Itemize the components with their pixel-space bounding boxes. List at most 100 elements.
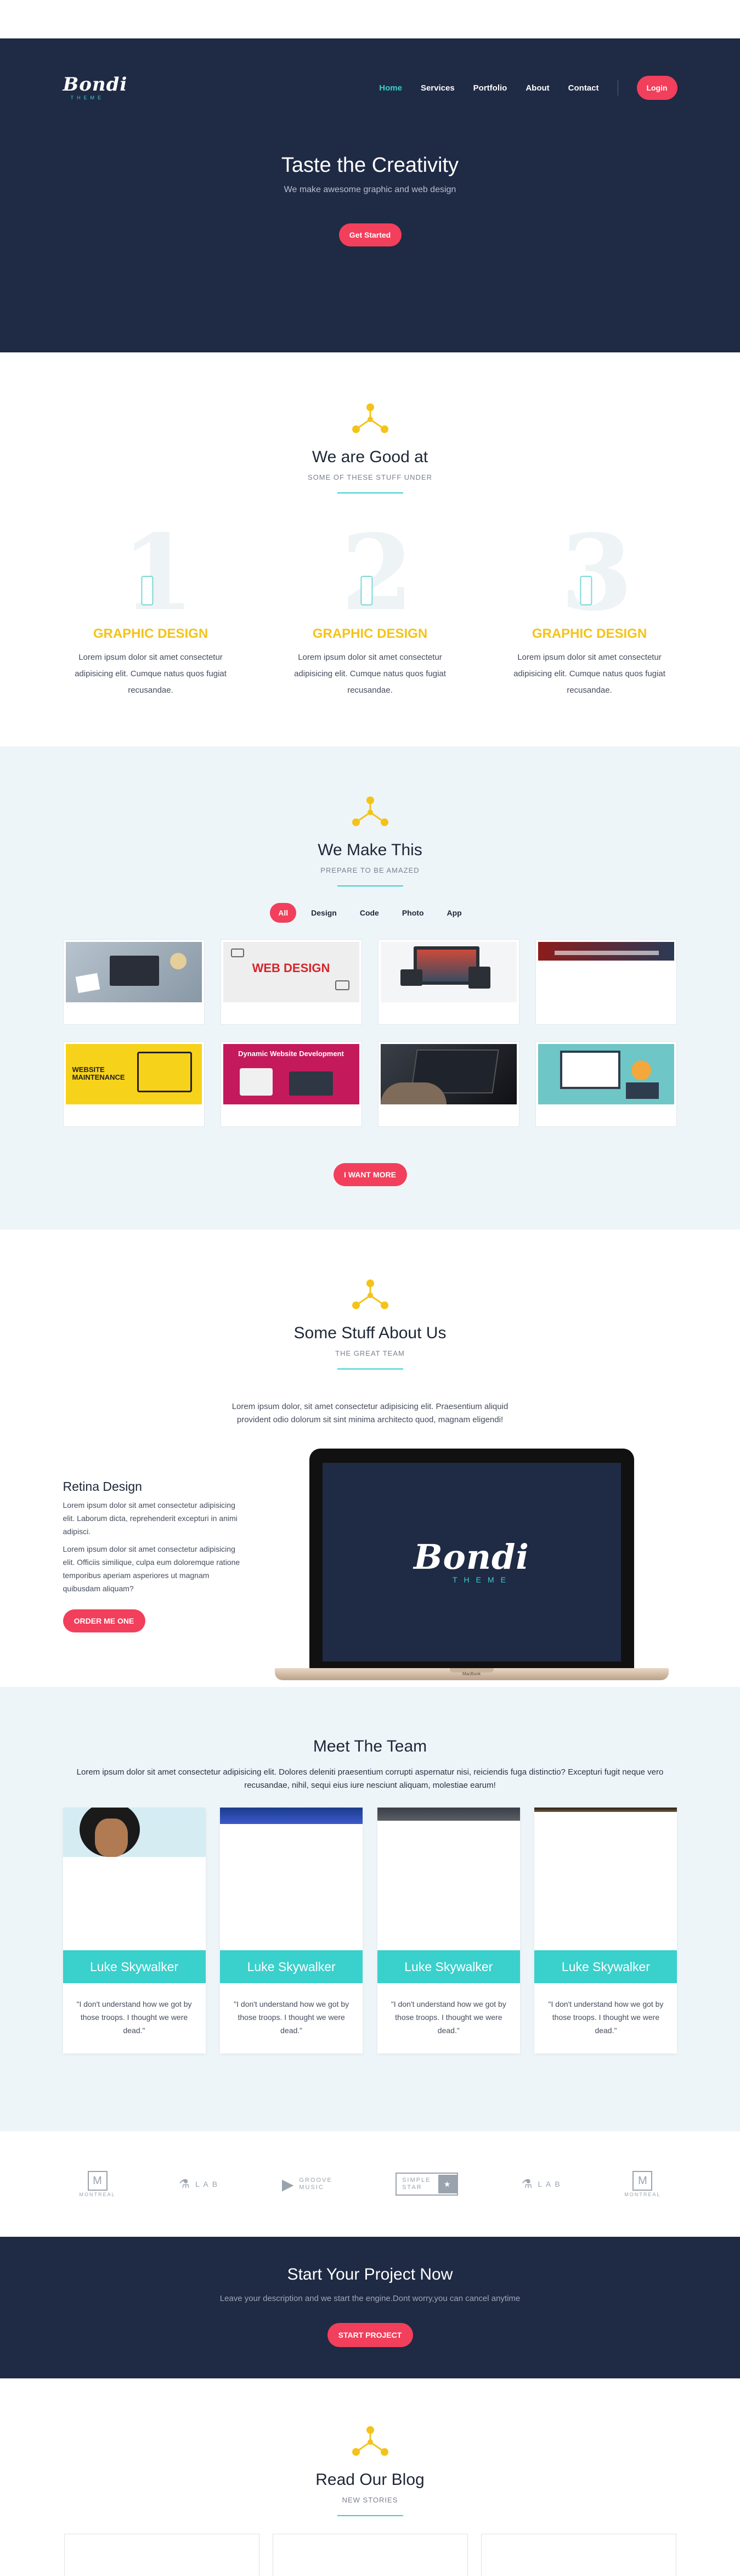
montreal-mark: M — [87, 2171, 108, 2191]
section-divider — [337, 885, 403, 886]
blog-card[interactable] — [481, 2534, 676, 2576]
montreal-mark: M — [632, 2171, 653, 2191]
nav-contact[interactable]: Contact — [568, 83, 599, 93]
filter-code[interactable]: Code — [352, 903, 387, 923]
portfolio-item[interactable] — [377, 939, 519, 1025]
feature-number: 2 — [341, 512, 414, 634]
portfolio-item[interactable] — [377, 1041, 519, 1127]
nav-services[interactable]: Services — [421, 83, 455, 93]
hero-section: Bondi THEME Home Services Portfolio Abou… — [0, 38, 740, 352]
services-subtitle: SOME OF THESE STUFF UNDER — [308, 473, 432, 481]
portfolio-subtitle: PREPARE TO BE AMAZED — [320, 866, 420, 874]
login-button[interactable]: Login — [636, 76, 677, 100]
member-name: Luke Skywalker — [63, 1950, 206, 1983]
start-project-button[interactable]: START PROJECT — [327, 2323, 413, 2347]
portfolio-item[interactable]: WEBSITE MAINTENANCE — [63, 1041, 205, 1127]
portfolio-item[interactable]: WEB DESIGN — [220, 939, 362, 1025]
responsive-devices-image — [380, 942, 517, 1002]
maintenance-label: WEBSITE MAINTENANCE — [72, 1065, 125, 1081]
portfolio-section: We Make This PREPARE TO BE AMAZED All De… — [0, 747, 740, 1230]
feature-text: Lorem ipsum dolor sit amet consectetur a… — [294, 653, 446, 695]
cta-section: Start Your Project Now Leave your descri… — [0, 2237, 740, 2378]
phone-icon — [579, 576, 592, 605]
feature-card: 3 GRAPHIC DESIGN Lorem ipsum dolor sit a… — [502, 512, 677, 699]
blog-title: Read Our Blog — [315, 2471, 425, 2489]
about-subtitle: THE GREAT TEAM — [335, 1349, 405, 1357]
laptop-model: MacBook — [462, 1671, 481, 1676]
screen-brand-tagline: THEME — [453, 1575, 512, 1584]
filter-photo[interactable]: Photo — [394, 903, 432, 923]
order-me-one-button[interactable]: ORDER ME ONE — [63, 1609, 145, 1632]
feature-number: 1 — [121, 512, 194, 634]
feature-number: 3 — [560, 512, 633, 634]
laptop-screen: Bondi THEME — [309, 1449, 634, 1668]
dynamic-website-image: Dynamic Website Development — [223, 1044, 359, 1104]
filter-all[interactable]: All — [270, 903, 297, 923]
laptop-base: MacBook — [274, 1668, 669, 1680]
get-started-button[interactable]: Get Started — [338, 223, 402, 246]
blog-section: Read Our Blog NEW STORIES — [0, 2378, 740, 2576]
filter-app[interactable]: App — [439, 903, 470, 923]
nav-about[interactable]: About — [526, 83, 549, 93]
client-logo-montreal-2: M MONTREAL — [624, 2171, 660, 2197]
client-logo-simple-star: SIMPLE STAR ★ — [396, 2173, 459, 2196]
team-title: Meet The Team — [313, 1737, 427, 1755]
montreal-label: MONTREAL — [624, 2192, 661, 2197]
member-photo — [377, 1808, 520, 1950]
nav-menu: Home Services Portfolio About Contact Lo… — [379, 76, 677, 100]
member-photo — [63, 1808, 206, 1950]
flask-icon: ⚗ — [521, 2177, 534, 2191]
brand-tagline: THEME — [70, 95, 104, 100]
section-divider — [337, 2515, 403, 2516]
molecule-icon — [352, 796, 388, 826]
portfolio-filters: All Design Code Photo App — [63, 903, 677, 923]
portfolio-item[interactable] — [535, 939, 677, 1025]
molecule-icon — [352, 1279, 388, 1309]
molecule-icon — [352, 2426, 388, 2456]
groove-label: GROOVE MUSIC — [299, 2177, 332, 2191]
dynamic-label: Dynamic Website Development — [238, 1050, 344, 1058]
nav-portfolio[interactable]: Portfolio — [473, 83, 507, 93]
retina-block: Retina Design Lorem ipsum dolor sit amet… — [63, 1479, 244, 1632]
feature-card: 1 GRAPHIC DESIGN Lorem ipsum dolor sit a… — [63, 512, 239, 699]
member-name: Luke Skywalker — [377, 1950, 520, 1983]
hero-subtitle: We make awesome graphic and web design — [284, 185, 456, 194]
star-icon: ★ — [438, 2175, 457, 2193]
brand-logo[interactable]: Bondi THEME — [63, 75, 128, 100]
team-member-card[interactable]: Luke Skywalker "I don't understand how w… — [534, 1808, 677, 2053]
client-logo-groove: ▶ GROOVE MUSIC — [282, 2175, 332, 2193]
portfolio-item[interactable] — [63, 939, 205, 1025]
services-section: We are Good at SOME OF THESE STUFF UNDER… — [0, 352, 740, 747]
screen-brand-name: Bondi — [414, 1537, 529, 1577]
website-mockup-image — [538, 942, 674, 1002]
feature-card: 2 GRAPHIC DESIGN Lorem ipsum dolor sit a… — [283, 512, 458, 699]
blog-card[interactable] — [272, 2534, 468, 2576]
i-want-more-button[interactable]: I WANT MORE — [333, 1163, 407, 1186]
lab-label: L A B — [195, 2180, 219, 2188]
team-member-card[interactable]: Luke Skywalker "I don't understand how w… — [63, 1808, 206, 2053]
team-member-card[interactable]: Luke Skywalker "I don't understand how w… — [220, 1808, 363, 2053]
flask-icon: ⚗ — [179, 2177, 191, 2191]
portfolio-item[interactable] — [535, 1041, 677, 1127]
team-description: Lorem ipsum dolor sit amet consectetur a… — [76, 1767, 664, 1790]
filter-design[interactable]: Design — [303, 903, 345, 923]
web-design-label: WEB DESIGN — [252, 961, 330, 975]
clients-section: M MONTREAL ⚗ L A B ▶ GROOVE MUSIC SIMPLE… — [0, 2131, 740, 2237]
simple-star-label: SIMPLE STAR — [402, 2177, 431, 2191]
blog-card[interactable] — [64, 2534, 259, 2576]
services-title: We are Good at — [312, 448, 428, 466]
desk-laptop-image — [65, 942, 202, 1002]
flat-devices-image — [538, 1044, 674, 1104]
client-logo-lab-2: ⚗ L A B — [522, 2177, 561, 2191]
about-title: Some Stuff About Us — [293, 1324, 447, 1342]
portfolio-item[interactable]: Dynamic Website Development — [220, 1041, 362, 1127]
member-quote: "I don't understand how we got by those … — [391, 2000, 506, 2035]
feature-text: Lorem ipsum dolor sit amet consectetur a… — [75, 653, 227, 695]
client-logo-lab: ⚗ L A B — [179, 2177, 218, 2191]
nav-home[interactable]: Home — [379, 83, 402, 93]
web-design-image: WEB DESIGN — [223, 942, 359, 1002]
molecule-icon — [352, 403, 388, 433]
client-logo-montreal: M MONTREAL — [80, 2171, 116, 2197]
team-member-card[interactable]: Luke Skywalker "I don't understand how w… — [377, 1808, 520, 2053]
feature-text: Lorem ipsum dolor sit amet consectetur a… — [513, 653, 665, 695]
